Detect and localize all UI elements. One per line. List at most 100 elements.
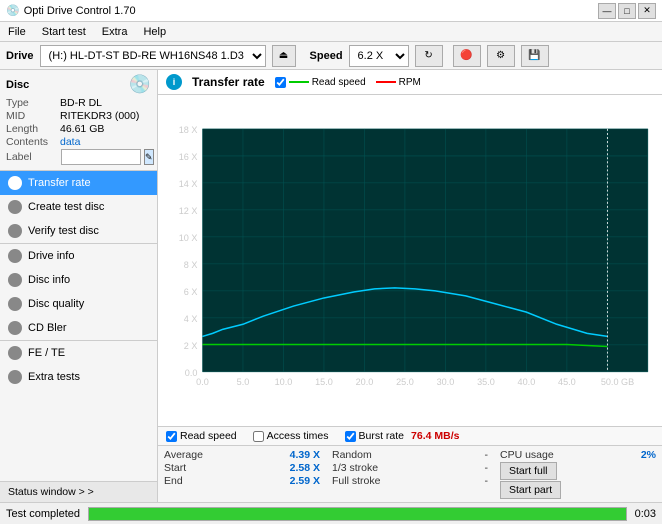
burn-button[interactable]: 🔴	[453, 45, 481, 67]
legend-read-speed-check[interactable]	[275, 77, 286, 88]
nav-dot-disc-info	[8, 273, 22, 287]
svg-text:15.0: 15.0	[315, 377, 333, 387]
eject-button[interactable]: ⏏	[272, 45, 296, 67]
speed-select[interactable]: 6.2 X	[349, 45, 409, 67]
nav-label-drive-info: Drive info	[28, 250, 74, 262]
svg-text:18 X: 18 X	[179, 125, 198, 135]
data-col-3: CPU usage 2% Start full Start part	[494, 446, 662, 502]
label-input[interactable]	[61, 149, 141, 165]
end-entry: End 2.59 X	[164, 475, 320, 487]
start-part-button[interactable]: Start part	[500, 481, 561, 499]
app-title: Opti Drive Control 1.70	[24, 5, 136, 17]
menu-extra[interactable]: Extra	[98, 25, 132, 39]
stroke1-label: 1/3 stroke	[332, 462, 378, 474]
speed-label: Speed	[310, 50, 343, 62]
svg-text:2 X: 2 X	[184, 341, 198, 351]
disc-section-label: Disc	[6, 79, 29, 91]
disc-icon: 💿	[129, 74, 151, 95]
nav-disc-info[interactable]: Disc info	[0, 268, 157, 292]
nav-disc-quality[interactable]: Disc quality	[0, 292, 157, 316]
start-part-entry: Start part	[500, 481, 656, 499]
status-window-button[interactable]: Status window > >	[0, 481, 157, 502]
menu-file[interactable]: File	[4, 25, 30, 39]
drive-select[interactable]: (H:) HL-DT-ST BD-RE WH16NS48 1.D3	[40, 45, 266, 67]
svg-text:8 X: 8 X	[184, 260, 198, 270]
access-times-checkbox[interactable]	[253, 431, 264, 442]
random-value: -	[485, 449, 489, 461]
label-icon[interactable]: ✎	[144, 149, 154, 165]
start-label: Start	[164, 462, 186, 474]
cpu-value: 2%	[641, 449, 656, 461]
svg-text:10.0: 10.0	[275, 377, 293, 387]
svg-text:0.0: 0.0	[196, 377, 209, 387]
svg-text:45.0: 45.0	[558, 377, 576, 387]
stroke1-entry: 1/3 stroke -	[332, 462, 488, 474]
chart-icon: i	[166, 74, 182, 90]
nav-label-transfer-rate: Transfer rate	[28, 177, 91, 189]
length-label: Length	[6, 123, 58, 135]
minimize-button[interactable]: —	[598, 3, 616, 19]
svg-text:12 X: 12 X	[179, 206, 198, 216]
legend-read-speed: Read speed	[275, 77, 366, 88]
start-value: 2.58 X	[290, 462, 320, 474]
nav-label-create-test-disc: Create test disc	[28, 201, 104, 213]
status-text: Test completed	[6, 508, 80, 520]
contents-value: data	[60, 136, 80, 148]
label-label: Label	[6, 151, 58, 163]
nav-dot-extra-tests	[8, 370, 22, 384]
cpu-entry: CPU usage 2%	[500, 449, 656, 461]
menu-start-test[interactable]: Start test	[38, 25, 90, 39]
nav-extra-tests[interactable]: Extra tests	[0, 365, 157, 389]
progress-bar-container	[88, 507, 627, 521]
sidebar: Disc 💿 Type BD-R DL MID RITEKDR3 (000) L…	[0, 70, 158, 502]
svg-text:4 X: 4 X	[184, 314, 198, 324]
save-button[interactable]: 💾	[521, 45, 549, 67]
legend-rpm: RPM	[376, 77, 421, 88]
disc-panel: Disc 💿 Type BD-R DL MID RITEKDR3 (000) L…	[0, 70, 157, 171]
svg-text:16 X: 16 X	[179, 152, 198, 162]
svg-text:40.0: 40.0	[518, 377, 536, 387]
restore-button[interactable]: □	[618, 3, 636, 19]
drivebar: Drive (H:) HL-DT-ST BD-RE WH16NS48 1.D3 …	[0, 42, 662, 70]
nav-create-test-disc[interactable]: Create test disc	[0, 195, 157, 219]
refresh-button[interactable]: ↻	[415, 45, 443, 67]
svg-text:35.0: 35.0	[477, 377, 495, 387]
nav-label-extra-tests: Extra tests	[28, 371, 80, 383]
nav-dot-verify-test-disc	[8, 224, 22, 238]
titlebar: 💿 Opti Drive Control 1.70 — □ ✕	[0, 0, 662, 22]
legend-read-speed-color	[289, 81, 309, 83]
nav-cd-bler[interactable]: CD Bler	[0, 316, 157, 340]
menubar: File Start test Extra Help	[0, 22, 662, 42]
cpu-label: CPU usage	[500, 449, 554, 461]
nav-transfer-rate[interactable]: Transfer rate	[0, 171, 157, 195]
start-full-button[interactable]: Start full	[500, 462, 557, 480]
mid-label: MID	[6, 110, 58, 122]
chart-header: i Transfer rate Read speed RPM	[158, 70, 662, 95]
nav-label-cd-bler: CD Bler	[28, 322, 67, 334]
nav-dot-disc-quality	[8, 297, 22, 311]
nav-label-disc-quality: Disc quality	[28, 298, 84, 310]
menu-help[interactable]: Help	[139, 25, 170, 39]
read-speed-checkbox[interactable]	[166, 431, 177, 442]
access-times-checkbox-item: Access times	[253, 430, 329, 442]
titlebar-controls: — □ ✕	[598, 3, 656, 19]
bottom-status: Test completed 0:03	[0, 502, 662, 524]
stroke1-value: -	[485, 462, 489, 474]
nav-fe-te[interactable]: FE / TE	[0, 341, 157, 365]
burst-rate-checkbox-item: Burst rate 76.4 MB/s	[345, 430, 460, 442]
data-col-1: Average 4.39 X Start 2.58 X End 2.59 X	[158, 446, 326, 502]
titlebar-left: 💿 Opti Drive Control 1.70	[6, 4, 136, 17]
app-icon: 💿	[6, 4, 20, 17]
average-label: Average	[164, 449, 203, 461]
svg-text:5.0: 5.0	[237, 377, 250, 387]
status-window-label: Status window > >	[8, 486, 94, 498]
svg-text:14 X: 14 X	[179, 179, 198, 189]
burst-rate-checkbox[interactable]	[345, 431, 356, 442]
end-label: End	[164, 475, 183, 487]
close-button[interactable]: ✕	[638, 3, 656, 19]
nav-drive-info[interactable]: Drive info	[0, 244, 157, 268]
start-full-entry: Start full	[500, 462, 656, 480]
settings-button[interactable]: ⚙	[487, 45, 515, 67]
nav-verify-test-disc[interactable]: Verify test disc	[0, 219, 157, 243]
average-value: 4.39 X	[290, 449, 320, 461]
